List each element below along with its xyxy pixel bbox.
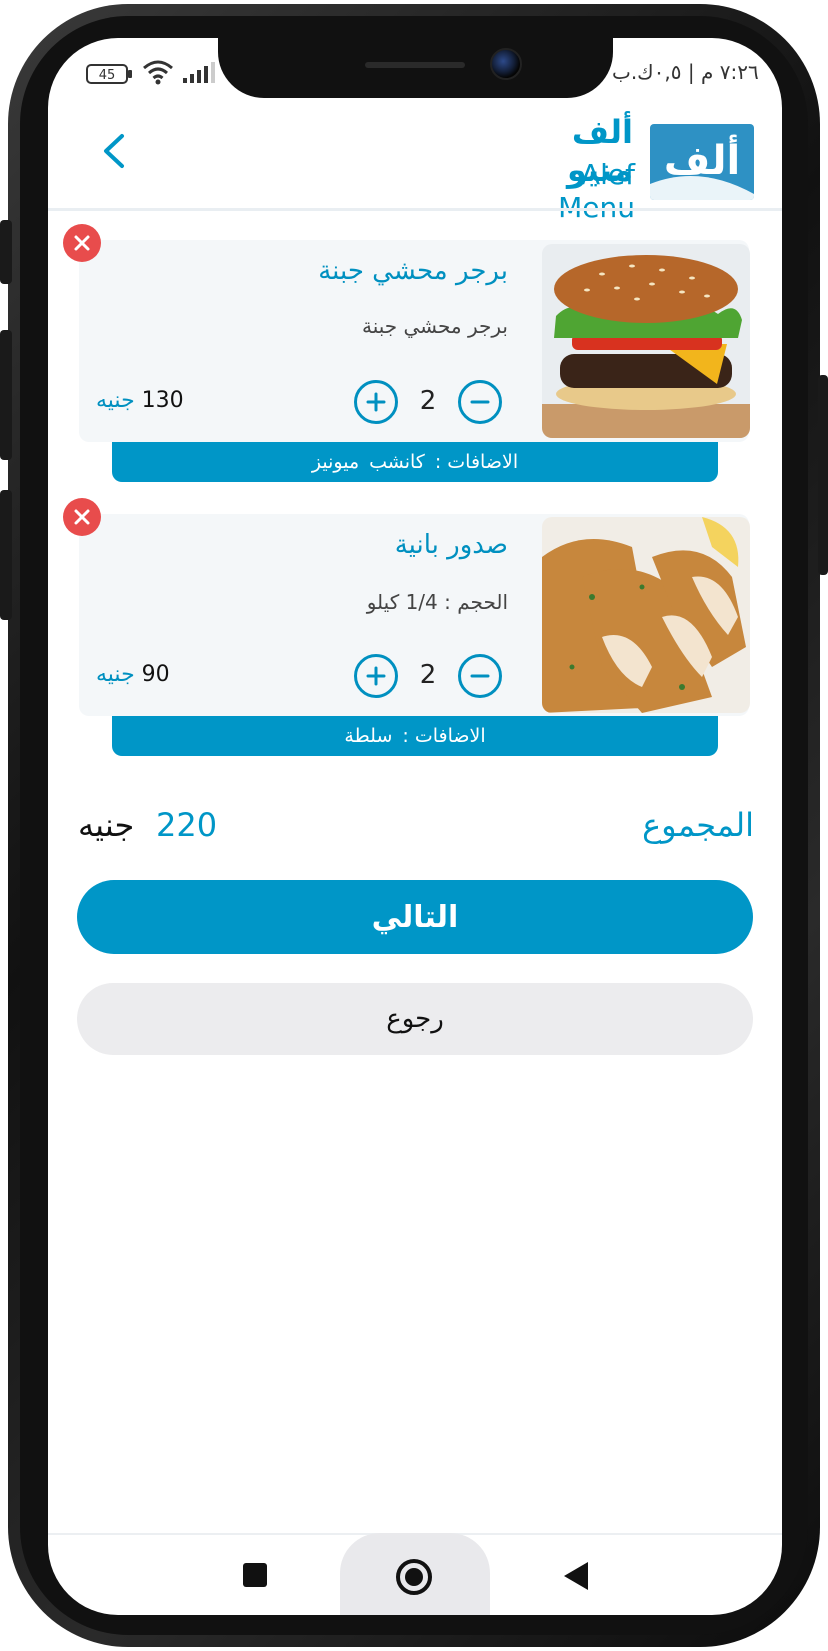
- addons-label: الاضافات :: [402, 725, 486, 747]
- close-icon: [74, 235, 90, 251]
- addons-bar: الاضافات : سلطة: [112, 716, 718, 756]
- front-camera: [490, 48, 522, 80]
- burger-image: [542, 244, 750, 438]
- remove-item-button[interactable]: [63, 224, 101, 262]
- price-value: 130: [141, 388, 184, 413]
- side-button: [0, 490, 12, 620]
- item-price: 90 جنيه: [96, 662, 170, 687]
- square-icon: [243, 1563, 267, 1587]
- increase-quantity-button[interactable]: [354, 654, 398, 698]
- item-title: صدور بانية: [394, 530, 508, 560]
- item-quantity: 2: [419, 386, 437, 416]
- price-currency: جنيه: [96, 662, 135, 687]
- chicken-breast-image: [542, 517, 750, 713]
- circle-icon: [396, 1559, 432, 1595]
- addon-item: كانشب: [369, 451, 425, 473]
- addon-item: سلطة: [344, 725, 393, 747]
- decrease-quantity-button[interactable]: [458, 380, 502, 424]
- nav-back-button[interactable]: [562, 1560, 590, 1596]
- increase-quantity-button[interactable]: [354, 380, 398, 424]
- next-button[interactable]: التالي: [77, 880, 753, 954]
- chevron-left-icon: [104, 134, 124, 168]
- back-button[interactable]: رجوع: [77, 983, 753, 1055]
- header-divider: [48, 208, 782, 211]
- addon-item: ميونيز: [311, 451, 360, 473]
- addons-bar: الاضافات : كانشب ميونيز: [112, 442, 718, 482]
- brand-logo: ألف: [650, 124, 754, 200]
- home-button[interactable]: [395, 1558, 433, 1600]
- item-subtitle: برجر محشي جبنة: [361, 314, 508, 338]
- side-button: [0, 220, 12, 284]
- total-value: 220: [156, 806, 218, 844]
- item-subtitle: الحجم : 1/4 كيلو: [366, 590, 508, 614]
- side-button: [0, 330, 12, 460]
- plus-icon: [366, 666, 386, 686]
- back-arrow-button[interactable]: [100, 132, 128, 170]
- minus-icon: [470, 400, 490, 404]
- wifi-icon: [142, 58, 174, 90]
- side-button: [818, 375, 828, 575]
- plus-icon: [366, 392, 386, 412]
- total-currency: جنيه: [78, 806, 135, 844]
- total-label: المجموع: [642, 806, 754, 844]
- logo-glyph: ألف: [664, 134, 740, 184]
- close-icon: [74, 509, 90, 525]
- item-price: 130 جنيه: [96, 388, 184, 413]
- price-value: 90: [141, 662, 170, 687]
- addons-label: الاضافات :: [434, 451, 519, 473]
- battery-level: 45: [99, 68, 116, 83]
- speaker: [365, 62, 465, 68]
- recent-apps-button[interactable]: [242, 1562, 268, 1592]
- status-time: ٧:٢٦ م | ٠,٥ك.ب: [612, 60, 759, 84]
- triangle-back-icon: [564, 1562, 588, 1590]
- minus-icon: [470, 674, 490, 678]
- item-title: برجر محشي جبنة: [318, 256, 508, 286]
- item-quantity: 2: [419, 660, 437, 690]
- signal-icon: [182, 60, 216, 88]
- price-currency: جنيه: [96, 388, 135, 413]
- remove-item-button[interactable]: [63, 498, 101, 536]
- decrease-quantity-button[interactable]: [458, 654, 502, 698]
- battery-icon: 45: [86, 63, 134, 89]
- brand-name-english: Alef Menu: [558, 158, 635, 224]
